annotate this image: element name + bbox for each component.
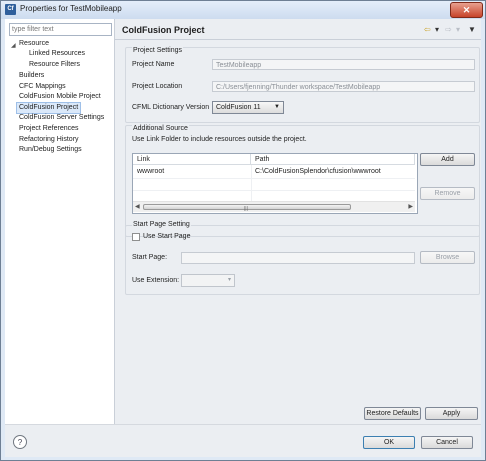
button-bar: ? OK Cancel <box>5 424 481 457</box>
tree-item-project-references[interactable]: Project References <box>19 124 79 134</box>
tree-item-coldfusion-mobile-project[interactable]: ColdFusion Mobile Project <box>19 92 101 102</box>
remove-button[interactable]: Remove <box>420 187 475 200</box>
view-menu-icon[interactable]: ▼ <box>468 25 476 35</box>
scroll-right-icon[interactable]: ▶ <box>408 203 413 210</box>
help-icon[interactable]: ? <box>13 435 27 449</box>
add-button[interactable]: Add <box>420 153 475 166</box>
project-settings-heading: Project Settings <box>132 46 184 56</box>
tree-item-run-debug-settings[interactable]: Run/Debug Settings <box>19 145 82 155</box>
start-page-field <box>181 252 415 264</box>
additional-source-description: Use Link Folder to include resources out… <box>132 136 307 143</box>
apply-button[interactable]: Apply <box>425 407 478 420</box>
link-table[interactable]: Link Path wwwroot C:\ColdFusionSplendor\… <box>132 153 418 214</box>
project-location-label: Project Location <box>132 83 183 90</box>
chevron-down-icon: ▾ <box>227 277 231 283</box>
start-page-label: Start Page: <box>132 254 168 261</box>
forward-arrow-icon[interactable]: ⇨ <box>445 25 452 35</box>
project-location-field: C:/Users/fjenning/Thunder workspace/Test… <box>212 81 475 92</box>
tree-item-linked-resources[interactable]: Linked Resources <box>29 49 85 59</box>
back-dropdown-icon[interactable]: ▾ <box>435 25 439 35</box>
cfml-dictionary-label: CFML Dictionary Version <box>132 104 210 111</box>
table-row-divider <box>133 178 415 179</box>
close-button[interactable]: ✕ <box>450 2 483 18</box>
tree-item-builders[interactable]: Builders <box>19 71 44 81</box>
left-panel: type filter text ◢ Resource Linked Resou… <box>5 19 114 424</box>
tree-item-cfc-mappings[interactable]: CFC Mappings <box>19 82 66 92</box>
additional-source-heading: Additional Source <box>132 124 189 134</box>
scrollbar-thumb[interactable]: ||| <box>143 204 351 212</box>
forward-dropdown-icon[interactable]: ▾ <box>456 25 460 35</box>
back-arrow-icon[interactable]: ⇦ <box>424 25 431 35</box>
window-title: Properties for TestMobileapp <box>20 4 122 13</box>
title-bar: Cf Properties for TestMobileapp ✕ <box>1 1 485 19</box>
property-page: ColdFusion Project ⇦ ▾ ⇨ ▾ ▼ Project Set… <box>115 19 481 424</box>
cfml-dictionary-value: ColdFusion 11 <box>216 104 261 111</box>
cfml-dictionary-select[interactable]: ColdFusion 11 ▼ <box>212 101 284 114</box>
use-start-page-checkbox[interactable] <box>132 233 140 241</box>
use-extension-label: Use Extension: <box>132 277 180 284</box>
project-name-label: Project Name <box>132 61 175 68</box>
ok-button[interactable]: OK <box>363 436 415 449</box>
history-navigation: ⇦ ▾ ⇨ ▾ ▼ <box>424 25 480 35</box>
tree-item-resource-filters[interactable]: Resource Filters <box>29 60 80 70</box>
table-cell-link[interactable]: wwwroot <box>133 167 251 177</box>
table-row-divider <box>133 190 415 191</box>
dialog-client-area: type filter text ◢ Resource Linked Resou… <box>5 19 481 457</box>
chevron-down-icon: ▼ <box>274 104 280 110</box>
tree-item-refactoring-history[interactable]: Refactoring History <box>19 135 79 145</box>
page-title: ColdFusion Project <box>122 25 205 35</box>
scroll-left-icon[interactable]: ◀ <box>135 203 140 210</box>
restore-defaults-button[interactable]: Restore Defaults <box>364 407 421 420</box>
expand-triangle-icon[interactable]: ◢ <box>11 42 16 49</box>
table-column-divider <box>251 165 252 201</box>
column-header-link[interactable]: Link <box>133 154 251 165</box>
use-extension-select[interactable]: ▾ <box>181 274 235 287</box>
start-page-heading: Start Page Setting <box>132 220 191 230</box>
cancel-button[interactable]: Cancel <box>421 436 473 449</box>
app-icon: Cf <box>5 4 16 15</box>
filter-input[interactable]: type filter text <box>9 23 112 36</box>
title-separator <box>115 39 481 40</box>
tree-item-coldfusion-server-settings[interactable]: ColdFusion Server Settings <box>19 113 104 123</box>
project-name-field: TestMobileapp <box>212 59 475 70</box>
column-header-path[interactable]: Path <box>251 154 415 165</box>
browse-button[interactable]: Browse <box>420 251 475 264</box>
grip-icon: ||| <box>244 206 248 212</box>
horizontal-scrollbar[interactable]: ◀ ||| ▶ <box>133 201 415 212</box>
tree-item-resource[interactable]: Resource <box>19 39 49 49</box>
use-start-page-label[interactable]: Use Start Page <box>143 232 190 242</box>
table-cell-path[interactable]: C:\ColdFusionSplendor\cfusion\wwwroot <box>251 167 415 177</box>
properties-window: Cf Properties for TestMobileapp ✕ type f… <box>0 0 486 461</box>
